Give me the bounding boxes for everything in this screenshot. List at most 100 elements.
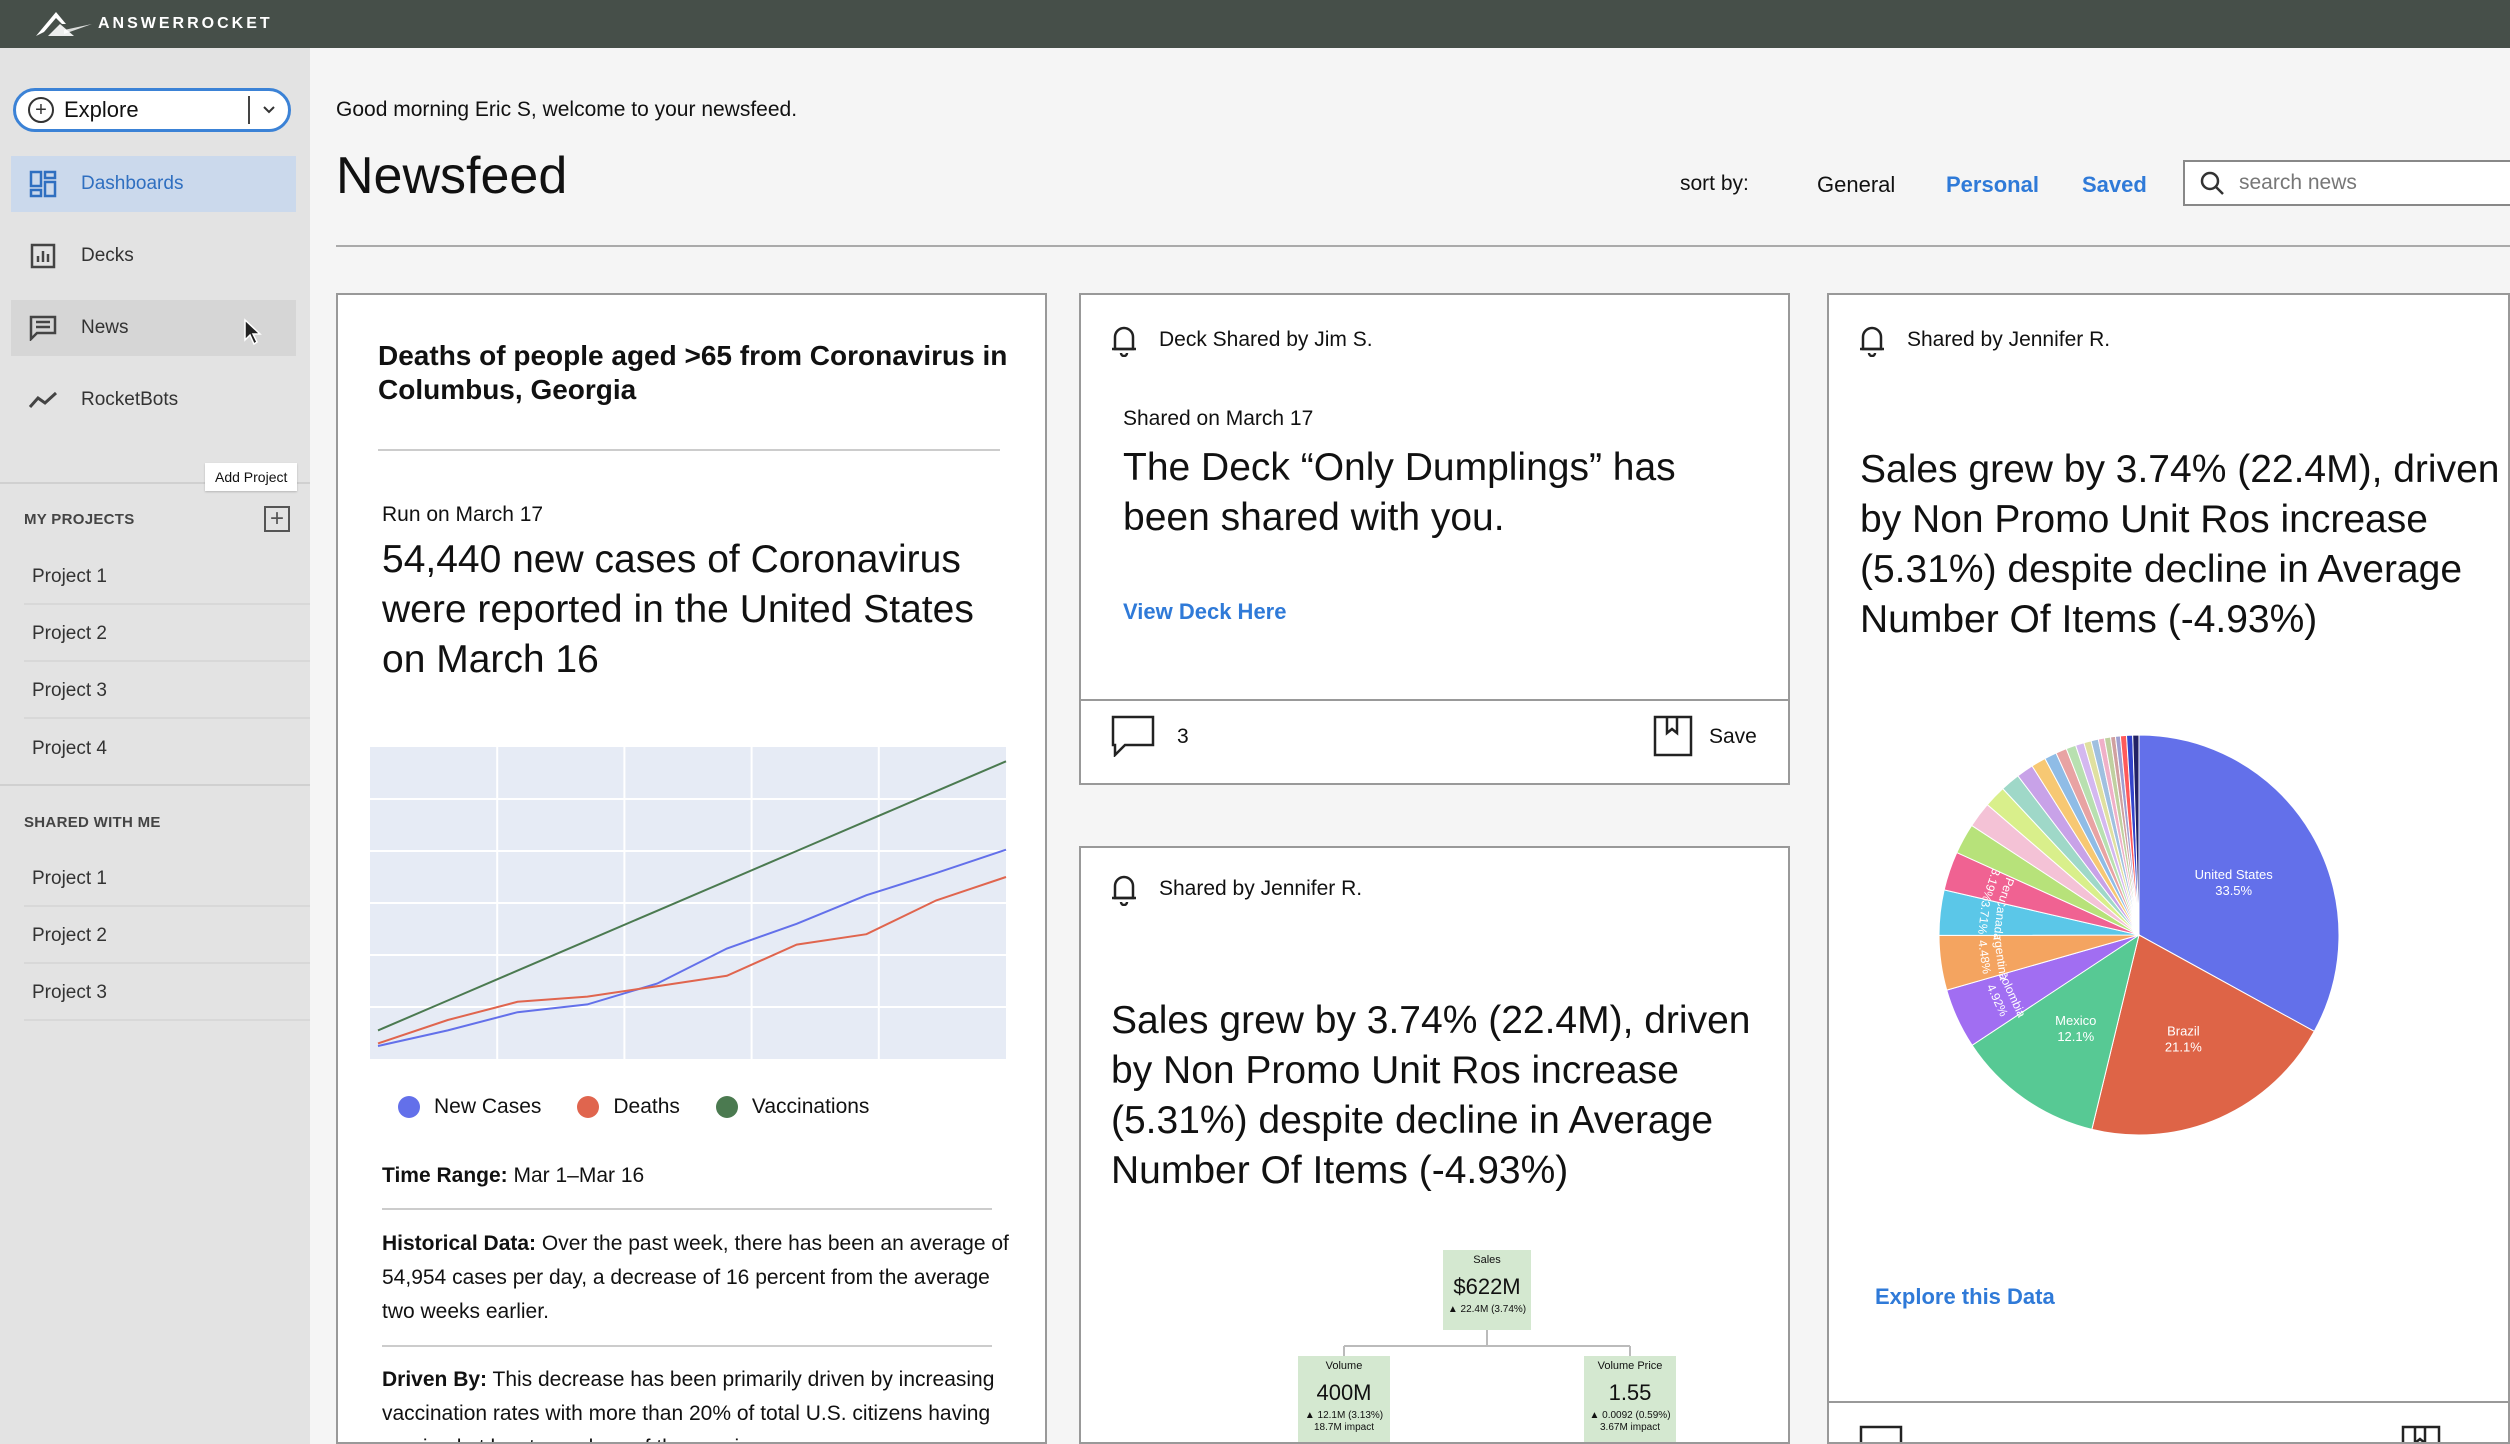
shared-by: Shared by Jennifer R. (1907, 328, 2111, 351)
view-deck-link[interactable]: View Deck Here (1123, 599, 1286, 625)
brand-name: ANSWERROCKET (98, 15, 273, 32)
node-label: Sales (1473, 1254, 1501, 1266)
add-project-tooltip: Add Project (205, 463, 298, 491)
node-value: 400M (1316, 1380, 1372, 1405)
bell-icon[interactable] (1857, 323, 1887, 357)
shared-with-me-heading: SHARED WITH ME (24, 814, 161, 831)
greeting: Good morning Eric S, welcome to your new… (336, 98, 798, 121)
node-value: 1.55 (1608, 1380, 1652, 1405)
tree-connectors (1343, 1330, 1631, 1356)
nav-label: Decks (81, 245, 134, 266)
share-row: Deck Shared by Jim S. (1109, 323, 1373, 357)
driver-tree-node-volume-price[interactable]: Volume Price 1.55 ▲ 0.0092 (0.59%) 3.67M… (1584, 1356, 1676, 1442)
card-title: Deaths of people aged >65 from Coronavir… (378, 340, 1008, 405)
legend-item-vaccinations: Vaccinations (715, 1095, 869, 1119)
explore-data-link[interactable]: Explore this Data (1875, 1284, 2055, 1310)
comment-icon[interactable] (1859, 1425, 1903, 1444)
pie-label-mexico: Mexico 12.1% (2055, 1013, 2096, 1044)
news-card-sales-pie: Shared by Jennifer R. Sales grew by 3.74… (1827, 293, 2510, 1444)
run-date: Run on March 17 (382, 503, 544, 526)
nav-label: News (81, 317, 129, 338)
page-title: Newsfeed (336, 147, 568, 205)
bell-icon[interactable] (1109, 323, 1139, 357)
shared-project-item[interactable]: Project 3 (24, 967, 310, 1021)
node-delta: ▲ 12.1M (3.13%) (1304, 1410, 1384, 1421)
node-label: Volume Price (1597, 1360, 1663, 1372)
add-project-button[interactable]: + (264, 506, 290, 532)
my-project-item[interactable]: Project 2 (24, 608, 310, 662)
time-range: Time Range: Mar 1–Mar 16 (382, 1159, 1012, 1193)
driver-tree-node-volume[interactable]: Volume 400M ▲ 12.1M (3.13%) 18.7M impact (1298, 1356, 1390, 1442)
legend-swatch (577, 1096, 600, 1118)
card-divider (382, 1208, 992, 1210)
node-value: $622M (1453, 1274, 1521, 1299)
news-card-sales-tree: Shared by Jennifer R. Sales grew by 3.74… (1079, 846, 1790, 1444)
shared-project-item[interactable]: Project 1 (24, 853, 310, 907)
card-footer-divider (1829, 1401, 2508, 1403)
my-project-item[interactable]: Project 3 (24, 665, 310, 719)
sort-personal[interactable]: Personal (1946, 172, 2039, 198)
card-headline: The Deck “Only Dumplings” has been share… (1123, 446, 1676, 539)
driven-by: Driven By: This decrease has been primar… (382, 1363, 1012, 1442)
card-divider (378, 449, 1000, 451)
app-logo[interactable]: ANSWERROCKET (34, 10, 273, 38)
legend-item-deaths: Deaths (577, 1095, 680, 1119)
shared-by: Deck Shared by Jim S. (1159, 328, 1373, 351)
sort-general[interactable]: General (1817, 172, 1895, 198)
pie-label-brazil: Brazil 21.1% (2165, 1024, 2202, 1055)
bookmark-icon[interactable] (2401, 1425, 2441, 1444)
news-card-deck-shared: Deck Shared by Jim S. Shared on March 17… (1079, 293, 1790, 785)
shared-project-item[interactable]: Project 2 (24, 910, 310, 964)
explore-dropdown[interactable]: + Explore (13, 88, 291, 132)
legend-swatch (398, 1096, 420, 1118)
rocket-logo-icon (36, 12, 92, 36)
driven-label: Driven By: (382, 1368, 488, 1391)
bookmark-icon[interactable] (1653, 715, 1693, 757)
news-icon (25, 315, 61, 341)
time-range-value: Mar 1–Mar 16 (507, 1164, 645, 1187)
search-input[interactable]: search news (2183, 160, 2510, 206)
my-project-item[interactable]: Project 1 (24, 551, 310, 605)
my-projects-heading: MY PROJECTS (24, 511, 135, 528)
dashboard-icon (25, 170, 61, 198)
search-placeholder: search news (2239, 171, 2357, 194)
comment-icon[interactable] (1111, 715, 1155, 757)
driver-tree-root[interactable]: Sales $622M ▲ 22.4M (3.74%) (1443, 1250, 1531, 1330)
mouse-cursor-icon (244, 318, 262, 346)
nav-item-dashboards[interactable]: Dashboards (11, 156, 296, 212)
sort-saved[interactable]: Saved (2082, 172, 2147, 198)
nav-item-news[interactable]: News (11, 300, 296, 356)
legend-label: Deaths (613, 1095, 680, 1118)
card-footer-divider (1081, 699, 1788, 701)
my-project-item[interactable]: Project 4 (24, 722, 310, 776)
nav-item-decks[interactable]: Decks (11, 228, 296, 284)
nav-label: Dashboards (81, 173, 184, 194)
historical-label: Historical Data: (382, 1232, 537, 1255)
legend-item-new-cases: New Cases (398, 1095, 541, 1119)
chart-legend: New Cases Deaths Vaccinations (398, 1095, 905, 1119)
nav-item-rocketbots[interactable]: RocketBots (11, 372, 296, 428)
top-bar: ANSWERROCKET (0, 0, 2510, 48)
trend-icon (25, 390, 61, 410)
node-impact: 18.7M impact (1313, 1422, 1375, 1433)
node-label: Volume (1325, 1360, 1363, 1372)
plus-circle-icon: + (28, 97, 54, 123)
card-headline: Sales grew by 3.74% (22.4M), driven by N… (1860, 448, 2500, 641)
search-icon (2200, 171, 2224, 195)
sort-label: sort by: (1680, 172, 1749, 195)
nav-label: RocketBots (81, 389, 179, 410)
sidebar-divider (0, 784, 310, 786)
plus-icon: + (269, 505, 284, 532)
node-impact: 3.67M impact (1599, 1422, 1661, 1433)
legend-label: New Cases (434, 1095, 542, 1118)
node-delta: ▲ 22.4M (3.74%) (1447, 1304, 1527, 1315)
node-delta: ▲ 0.0092 (0.59%) (1589, 1410, 1671, 1421)
news-card-covid: Deaths of people aged >65 from Coronavir… (336, 293, 1047, 1444)
save-button[interactable]: Save (1709, 725, 1757, 749)
pie-chart: United States 33.5%Brazil 21.1%Mexico 12.1%… (1938, 734, 2340, 1136)
shared-date: Shared on March 17 (1123, 407, 1314, 430)
card-divider (382, 1345, 992, 1347)
historical-data: Historical Data: Over the past week, the… (382, 1227, 1012, 1329)
chevron-down-icon[interactable] (250, 105, 288, 115)
legend-swatch (715, 1096, 738, 1118)
